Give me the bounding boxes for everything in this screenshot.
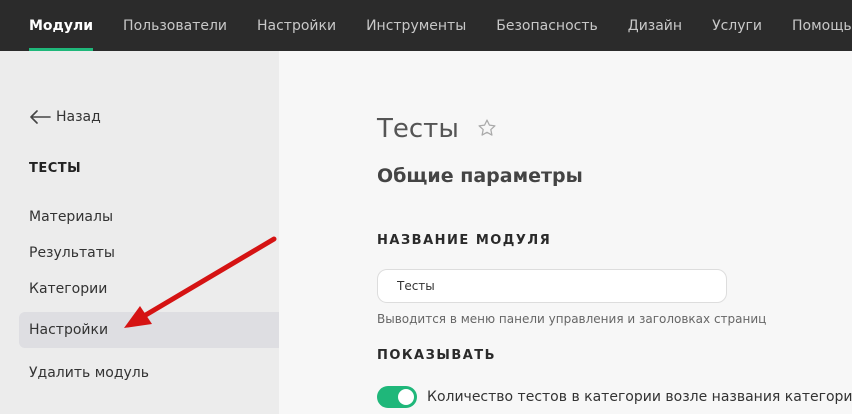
nav-item-modules[interactable]: Модули [0,0,108,51]
category-count-toggle-row: Количество тестов в категории возле назв… [377,386,852,408]
star-icon[interactable] [477,118,497,138]
main-content: Тесты Общие параметры НАЗВАНИЕ МОДУЛЯ Вы… [279,51,852,414]
nav-item-design[interactable]: Дизайн [613,0,697,51]
category-count-toggle-label: Количество тестов в категории возле назв… [427,389,852,405]
nav-item-security[interactable]: Безопасность [481,0,612,51]
sidebar-item-results[interactable]: Результаты [19,235,279,271]
nav-item-tools[interactable]: Инструменты [351,0,481,51]
module-name-label: НАЗВАНИЕ МОДУЛЯ [377,233,552,248]
show-label: ПОКАЗЫВАТЬ [377,348,497,363]
nav-item-services[interactable]: Услуги [697,0,777,51]
arrow-left-icon [30,110,51,124]
page-title: Тесты [377,114,459,144]
nav-item-help[interactable]: Помощь [777,0,852,51]
back-link-label: Назад [56,109,101,125]
sidebar: Назад ТЕСТЫ Материалы Результаты Категор… [0,51,279,414]
section-subheading: Общие параметры [377,165,583,187]
category-count-toggle[interactable] [377,386,417,408]
back-link[interactable]: Назад [29,109,101,125]
nav-item-users[interactable]: Пользователи [108,0,242,51]
toggle-knob [398,389,414,405]
top-navigation: Модули Пользователи Настройки Инструмент… [0,0,852,51]
nav-item-settings[interactable]: Настройки [242,0,351,51]
sidebar-item-delete-module[interactable]: Удалить модуль [19,355,279,391]
sidebar-section-title: ТЕСТЫ [29,161,82,176]
sidebar-item-materials[interactable]: Материалы [19,199,279,235]
sidebar-item-settings[interactable]: Настройки [19,312,279,348]
module-name-input[interactable] [377,269,727,303]
sidebar-item-categories[interactable]: Категории [19,271,279,307]
module-name-hint: Выводится в меню панели управления и заг… [377,312,767,326]
